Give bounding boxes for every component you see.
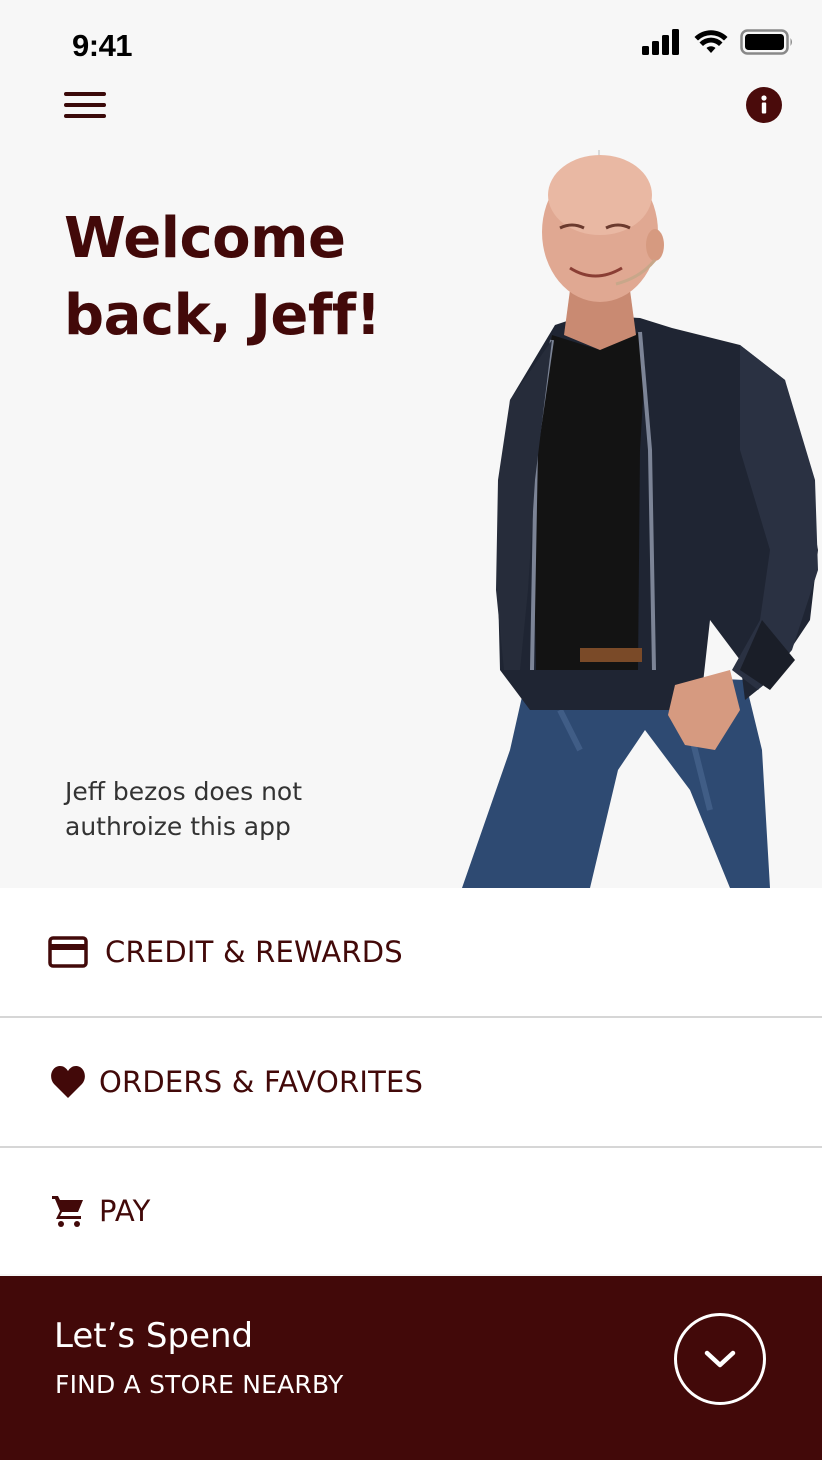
- status-time: 9:41: [72, 28, 133, 63]
- credit-card-icon: [48, 932, 88, 972]
- disclaimer-text: Jeff bezos does not authroize this app: [65, 774, 365, 844]
- store-finder-bar[interactable]: Let’s Spend FIND A STORE NEARBY: [0, 1276, 822, 1460]
- chevron-down-icon[interactable]: [674, 1313, 766, 1405]
- battery-icon: [740, 28, 794, 60]
- hamburger-menu-icon[interactable]: [64, 88, 110, 124]
- menu-item-credit-rewards[interactable]: CREDIT & REWARDS: [0, 888, 822, 1018]
- status-icons: [642, 28, 794, 60]
- menu-item-pay[interactable]: PAY: [0, 1148, 822, 1274]
- welcome-line-2: back, Jeff!: [64, 283, 381, 348]
- menu-item-label: CREDIT & REWARDS: [105, 935, 403, 969]
- status-bar: 9:41: [0, 0, 822, 80]
- menu-item-label: PAY: [99, 1194, 151, 1228]
- store-finder-subtitle: FIND A STORE NEARBY: [55, 1370, 344, 1399]
- disclaimer-line-1: Jeff bezos does not: [65, 777, 303, 806]
- hero-person-photo: [440, 150, 822, 888]
- menu-item-orders-favorites[interactable]: ORDERS & FAVORITES: [0, 1018, 822, 1148]
- signal-icon: [642, 28, 682, 60]
- welcome-heading: Welcome back, Jeff!: [64, 200, 484, 354]
- heart-icon: [48, 1062, 88, 1102]
- store-finder-title: Let’s Spend: [54, 1316, 254, 1356]
- wifi-icon: [694, 29, 728, 60]
- shopping-cart-icon: [48, 1191, 88, 1231]
- welcome-line-1: Welcome: [64, 206, 346, 271]
- menu-item-label: ORDERS & FAVORITES: [99, 1065, 424, 1099]
- main-menu: CREDIT & REWARDS ORDERS & FAVORITES PAY: [0, 888, 822, 1274]
- disclaimer-line-2: authroize this app: [65, 812, 291, 841]
- info-icon[interactable]: [746, 87, 782, 123]
